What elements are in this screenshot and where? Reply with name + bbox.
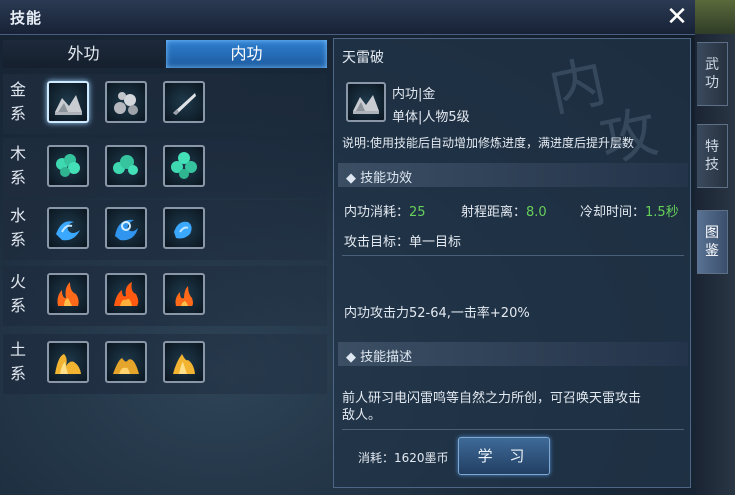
- side-tab-label: 技: [705, 157, 719, 173]
- flame-icon: [175, 286, 193, 306]
- side-tab-label: 特: [705, 139, 719, 155]
- sand-icon: [113, 358, 139, 374]
- row-label: 土系: [9, 340, 26, 383]
- side-tab-label: 功: [705, 75, 719, 91]
- element-row-earth: 土系: [3, 334, 327, 394]
- blade-icon: [173, 93, 196, 115]
- skill-slot[interactable]: [163, 207, 205, 249]
- rock-icon: [353, 95, 379, 114]
- close-icon[interactable]: ✕: [663, 3, 691, 31]
- row-label: 金系: [9, 80, 26, 123]
- flame-icon: [114, 282, 139, 306]
- row-label: 木系: [9, 144, 26, 187]
- element-row-water: 水系: [3, 200, 327, 260]
- learn-button[interactable]: 学 习: [458, 437, 550, 475]
- skill-slot[interactable]: [163, 81, 205, 123]
- skill-slot[interactable]: [47, 207, 89, 249]
- sand-icon: [173, 354, 195, 374]
- window-title: 技能: [10, 9, 43, 27]
- desc-line: 敌人。: [342, 408, 382, 423]
- stat-target: 攻击目标：单一目标: [344, 235, 462, 250]
- skill-slot[interactable]: [105, 273, 147, 315]
- learn-cost: 消耗：1620墨币: [358, 451, 449, 465]
- element-row-metal: 金系: [3, 74, 327, 134]
- leaf-icon: [113, 155, 138, 175]
- skill-slot[interactable]: [47, 145, 89, 187]
- wave-icon: [56, 221, 80, 241]
- section-header-description: ◆ 技能描述: [338, 342, 688, 366]
- side-tab-label: 武: [705, 57, 719, 73]
- stat-cooldown: 冷却时间：1.5秒: [580, 205, 679, 220]
- sand-icon: [55, 354, 81, 374]
- stat-attack: 内功攻击力52-64,一击率+20%: [344, 306, 530, 321]
- skill-slot[interactable]: [105, 145, 147, 187]
- skill-name: 天雷破: [342, 50, 384, 66]
- skill-slot[interactable]: [163, 341, 205, 383]
- desc-line: 前人研习电闪雷鸣等自然之力所创，可召唤天雷攻击: [342, 391, 642, 406]
- flame-icon: [57, 282, 79, 306]
- skill-target-level: 单体|人物5级: [392, 110, 470, 125]
- skill-slot[interactable]: [163, 273, 205, 315]
- rock-icon: [55, 95, 82, 115]
- skill-type-tabs: 外功 内功: [3, 40, 327, 68]
- stat-range: 射程距离：8.0: [461, 205, 547, 220]
- stat-cost: 内功消耗：25: [344, 205, 426, 220]
- wave-icon: [115, 219, 138, 241]
- background-scene: [695, 0, 735, 34]
- skill-slot[interactable]: [47, 273, 89, 315]
- row-label: 火系: [9, 272, 26, 315]
- wave-icon: [174, 221, 192, 239]
- skill-description: 说明:使用技能后自动增加修炼进度，满进度后提升层数: [342, 136, 635, 150]
- skill-slot[interactable]: [47, 341, 89, 383]
- section-header-effect: ◆ 技能功效: [338, 163, 688, 187]
- side-tab-label: 鉴: [705, 243, 719, 259]
- skill-icon: [346, 82, 386, 122]
- element-row-wood: 木系: [3, 138, 327, 198]
- divider: [342, 255, 684, 256]
- skill-detail-panel: 内攻 天雷破 内功|金 单体|人物5级 说明:使用技能后自动增加修炼进度，满进度…: [333, 38, 691, 488]
- section-title: ◆ 技能描述: [346, 350, 413, 365]
- side-tab-martial[interactable]: 武 功: [697, 42, 728, 106]
- skill-window: 技能 ✕ 武 功 特 技 图 鉴 外功 内功 金系 木系 水 系 火 系 土 系…: [0, 0, 735, 495]
- tab-external[interactable]: 外功: [3, 40, 164, 68]
- skill-category: 内功|金: [392, 87, 436, 102]
- section-title: ◆ 技能功效: [346, 171, 413, 186]
- side-tab-special[interactable]: 特 技: [697, 124, 728, 188]
- skill-slot[interactable]: [47, 81, 89, 123]
- skill-slot[interactable]: [163, 145, 205, 187]
- skill-slot[interactable]: [105, 207, 147, 249]
- element-row-fire: 火系: [3, 266, 327, 326]
- leaf-icon: [56, 154, 80, 177]
- row-label: 水系: [9, 206, 26, 249]
- rock-icon: [114, 92, 138, 115]
- tab-internal[interactable]: 内功: [166, 40, 327, 68]
- divider: [342, 429, 684, 430]
- skill-slot[interactable]: [105, 341, 147, 383]
- side-tab-handbook[interactable]: 图 鉴: [697, 210, 728, 274]
- title-bar: 技能 ✕: [0, 0, 735, 35]
- side-tab-label: 图: [705, 225, 719, 241]
- leaf-icon: [171, 152, 197, 179]
- skill-slot[interactable]: [105, 81, 147, 123]
